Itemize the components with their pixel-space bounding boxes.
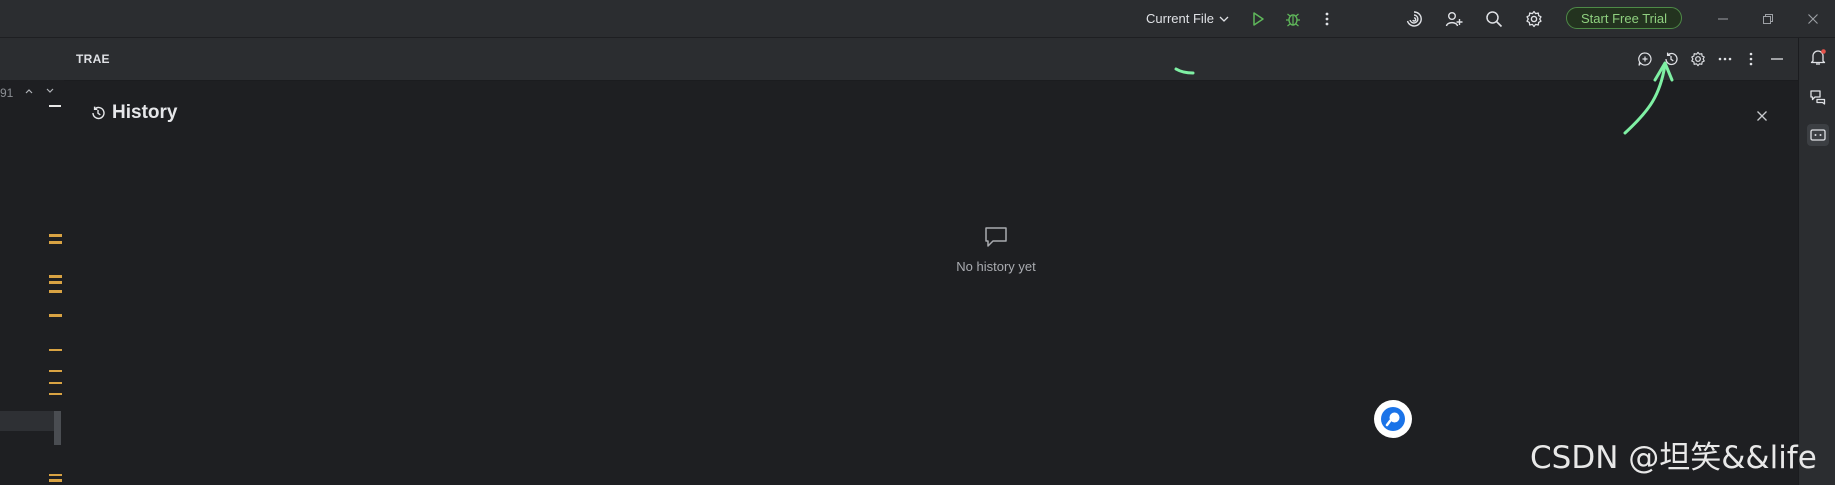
empty-state: No history yet bbox=[864, 226, 1128, 274]
run-config-dropdown[interactable]: Current File bbox=[1142, 0, 1234, 37]
history-header: History bbox=[90, 102, 177, 124]
panel-header: TRAE bbox=[64, 38, 1798, 81]
debug-icon[interactable] bbox=[1282, 0, 1304, 37]
warning-marker[interactable] bbox=[49, 234, 62, 237]
line-number: 91 bbox=[0, 86, 14, 100]
warning-marker[interactable] bbox=[49, 349, 62, 351]
editor-gutter-header bbox=[0, 38, 64, 80]
empty-history-message: No history yet bbox=[956, 259, 1036, 274]
title-bar: Current File Start Free Trial bbox=[0, 0, 1835, 38]
warning-marker[interactable] bbox=[49, 393, 62, 395]
search-icon[interactable] bbox=[1482, 0, 1506, 37]
chevron-down-icon[interactable] bbox=[45, 86, 55, 96]
more-vertical-icon[interactable] bbox=[1741, 49, 1761, 69]
history-title: History bbox=[112, 102, 178, 123]
warning-marker[interactable] bbox=[49, 241, 62, 244]
editor-gutter: 91 bbox=[0, 38, 64, 485]
close-history-icon[interactable] bbox=[1752, 106, 1772, 126]
more-vertical-icon[interactable] bbox=[1317, 0, 1337, 37]
warning-marker[interactable] bbox=[49, 275, 62, 278]
chat-bubble-icon bbox=[984, 226, 1008, 248]
warning-marker[interactable] bbox=[49, 370, 62, 372]
settings-icon[interactable] bbox=[1688, 49, 1708, 69]
chat-panel-icon[interactable] bbox=[1807, 124, 1829, 146]
add-user-icon[interactable] bbox=[1442, 0, 1466, 37]
close-icon[interactable] bbox=[1803, 0, 1823, 37]
panel-title: TRAE bbox=[76, 52, 110, 66]
warning-marker[interactable] bbox=[49, 290, 62, 293]
ellipsis-icon[interactable] bbox=[1715, 49, 1735, 69]
scrollbar-thumb[interactable] bbox=[54, 411, 61, 445]
new-chat-icon[interactable] bbox=[1635, 49, 1655, 69]
warning-marker[interactable] bbox=[49, 474, 62, 476]
chevron-down-icon bbox=[1218, 13, 1230, 25]
swirl-icon[interactable] bbox=[1402, 0, 1426, 37]
caret-marker bbox=[49, 105, 61, 107]
notification-bell-icon[interactable] bbox=[1807, 46, 1829, 68]
assistant-logo-icon bbox=[1381, 407, 1405, 431]
run-icon[interactable] bbox=[1247, 0, 1269, 37]
run-config-label: Current File bbox=[1146, 11, 1214, 26]
chat-bubbles-icon[interactable] bbox=[1807, 86, 1829, 108]
gear-icon[interactable] bbox=[1522, 0, 1546, 37]
right-tool-bar bbox=[1798, 38, 1835, 485]
restore-icon[interactable] bbox=[1758, 0, 1778, 37]
assistant-float-button[interactable] bbox=[1374, 400, 1412, 438]
minimize-panel-icon[interactable] bbox=[1767, 49, 1787, 69]
history-icon[interactable] bbox=[1661, 49, 1681, 69]
warning-marker[interactable] bbox=[49, 479, 62, 482]
warning-marker[interactable] bbox=[49, 382, 62, 384]
watermark: CSDN @坦笑&&life bbox=[1530, 440, 1817, 476]
history-icon bbox=[90, 105, 106, 121]
minimize-icon[interactable] bbox=[1713, 0, 1733, 37]
start-free-trial-button[interactable]: Start Free Trial bbox=[1566, 7, 1682, 29]
selected-line-highlight bbox=[0, 411, 54, 431]
warning-marker[interactable] bbox=[49, 314, 62, 317]
chevron-up-icon[interactable] bbox=[24, 86, 34, 96]
warning-marker[interactable] bbox=[49, 281, 62, 284]
trae-panel: TRAE History No history yet bbox=[64, 38, 1798, 485]
